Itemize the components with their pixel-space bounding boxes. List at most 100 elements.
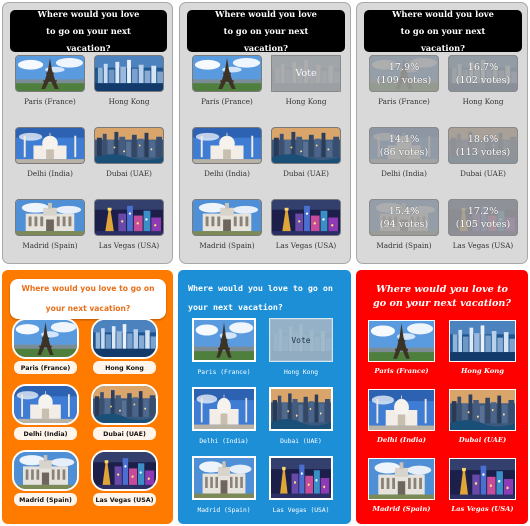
option-label: Madrid (Spain) xyxy=(22,241,78,250)
option-label: Paris (France) xyxy=(201,97,253,106)
eiffel-tower-image xyxy=(369,321,434,361)
option-label: Paris (France) xyxy=(378,97,430,106)
option-label: Paris (France) xyxy=(20,365,71,372)
option-label: Las Vegas (USA) xyxy=(452,241,514,250)
option-label: Delhi (India) xyxy=(27,169,73,178)
option-delhi-india[interactable] xyxy=(192,127,262,164)
poll-panel-blue: Where would you love to go on your next … xyxy=(178,270,351,524)
option-label: Las Vegas (USA) xyxy=(98,241,160,250)
las-vegas-image xyxy=(450,459,515,499)
option-label: Madrid (Spain) xyxy=(19,497,72,504)
dubai-marina-image xyxy=(450,390,515,430)
madrid-building-image xyxy=(14,452,77,489)
taj-mahal-image xyxy=(16,128,84,163)
option-label: Paris (France) xyxy=(374,367,429,375)
city-skyline-image xyxy=(95,56,163,91)
result-votes: (94 votes) xyxy=(379,218,429,230)
poll-question: Where would you love to go on your next … xyxy=(187,9,345,53)
result-votes: (102 votes) xyxy=(455,74,511,86)
result-votes: (109 votes) xyxy=(376,74,432,86)
option-label: Dubai (UAE) xyxy=(103,431,146,438)
option-paris-france[interactable] xyxy=(15,55,85,92)
madrid-building-image xyxy=(16,200,84,235)
option-las-vegas-usa[interactable] xyxy=(91,450,158,491)
option-las-vegas-usa[interactable] xyxy=(269,456,333,500)
option-dubai-uae[interactable] xyxy=(94,127,164,164)
option-label: Las Vegas (USA) xyxy=(272,507,330,514)
option-label: Dubai (UAE) xyxy=(460,169,506,178)
option-las-vegas-usa[interactable] xyxy=(449,458,516,500)
option-label: Madrid (Spain) xyxy=(199,241,255,250)
result-percent: 18.6% xyxy=(467,133,499,145)
poll-panel-red: Where would you love to go on your next … xyxy=(356,270,528,524)
option-dubai-uae[interactable] xyxy=(269,387,333,431)
option-hong-kong[interactable] xyxy=(91,318,158,359)
option-paris-france[interactable] xyxy=(12,318,79,359)
taj-mahal-image xyxy=(14,386,77,423)
taj-mahal-image xyxy=(193,128,261,163)
option-las-vegas-usa[interactable] xyxy=(94,199,164,236)
option-label: Dubai (UAE) xyxy=(458,436,507,444)
option-label: Dubai (UAE) xyxy=(106,169,152,178)
result-percent: 14.1% xyxy=(388,133,420,145)
option-delhi-india[interactable] xyxy=(192,387,256,431)
result-hong-kong: 16.7% (102 votes) xyxy=(448,55,518,92)
option-hong-kong[interactable] xyxy=(449,320,516,362)
option-delhi-india[interactable] xyxy=(368,389,435,431)
madrid-building-image xyxy=(194,458,254,498)
result-votes: (105 votes) xyxy=(455,218,511,230)
option-label: Dubai (UAE) xyxy=(280,438,322,445)
option-dubai-uae[interactable] xyxy=(271,127,341,164)
result-percent: 15.4% xyxy=(388,205,420,217)
vote-button[interactable]: Vote xyxy=(271,55,341,92)
poll-question: Where would you love to go on your next … xyxy=(364,9,522,53)
option-label: Delhi (India) xyxy=(377,436,426,444)
option-label: Madrid (Spain) xyxy=(372,505,431,513)
poll-question: Where would you love to go on your next … xyxy=(10,9,167,53)
result-paris-france: 17.9% (109 votes) xyxy=(369,55,439,92)
option-madrid-spain[interactable] xyxy=(15,199,85,236)
result-dubai-uae: 18.6% (113 votes) xyxy=(448,127,518,164)
madrid-building-image xyxy=(193,200,261,235)
taj-mahal-image xyxy=(369,390,434,430)
dubai-marina-image xyxy=(93,386,156,423)
poll-panel-gray-results: Where would you love to go on your next … xyxy=(356,2,528,264)
option-dubai-uae[interactable] xyxy=(91,384,158,425)
option-paris-france[interactable] xyxy=(192,318,256,362)
vote-button[interactable]: Vote xyxy=(269,318,333,362)
option-madrid-spain[interactable] xyxy=(192,199,262,236)
option-label: Hong Kong xyxy=(285,97,327,106)
option-label: Hong Kong xyxy=(283,369,319,376)
option-dubai-uae[interactable] xyxy=(449,389,516,431)
eiffel-tower-image xyxy=(14,320,77,357)
option-label: Las Vegas (USA) xyxy=(451,505,514,513)
option-label: Las Vegas (USA) xyxy=(95,497,154,504)
result-percent: 17.2% xyxy=(467,205,499,217)
result-votes: (86 votes) xyxy=(379,146,429,158)
taj-mahal-image xyxy=(194,389,254,429)
option-delhi-india[interactable] xyxy=(15,127,85,164)
option-hong-kong[interactable] xyxy=(94,55,164,92)
eiffel-tower-image xyxy=(16,56,84,91)
option-label: Hong Kong xyxy=(108,97,150,106)
result-percent: 16.7% xyxy=(467,61,499,73)
option-delhi-india[interactable] xyxy=(12,384,79,425)
option-paris-france[interactable] xyxy=(368,320,435,362)
option-paris-france[interactable] xyxy=(192,55,262,92)
poll-panel-gray-options: Where would you love to go on your next … xyxy=(2,2,173,264)
eiffel-tower-image xyxy=(193,56,261,91)
option-madrid-spain[interactable] xyxy=(368,458,435,500)
option-label: Hong Kong xyxy=(105,365,144,372)
result-las-vegas-usa: 17.2% (105 votes) xyxy=(448,199,518,236)
option-madrid-spain[interactable] xyxy=(192,456,256,500)
option-label: Las Vegas (USA) xyxy=(275,241,337,250)
result-madrid-spain: 15.4% (94 votes) xyxy=(369,199,439,236)
option-madrid-spain[interactable] xyxy=(12,450,79,491)
poll-panel-orange: Where would you love to go on your next … xyxy=(2,270,173,524)
option-las-vegas-usa[interactable] xyxy=(271,199,341,236)
madrid-building-image xyxy=(369,459,434,499)
poll-panel-gray-vote: Where would you love to go on your next … xyxy=(179,2,351,264)
las-vegas-image xyxy=(95,200,163,235)
option-label: Delhi (India) xyxy=(199,438,249,445)
option-label: Madrid (Spain) xyxy=(197,507,251,514)
